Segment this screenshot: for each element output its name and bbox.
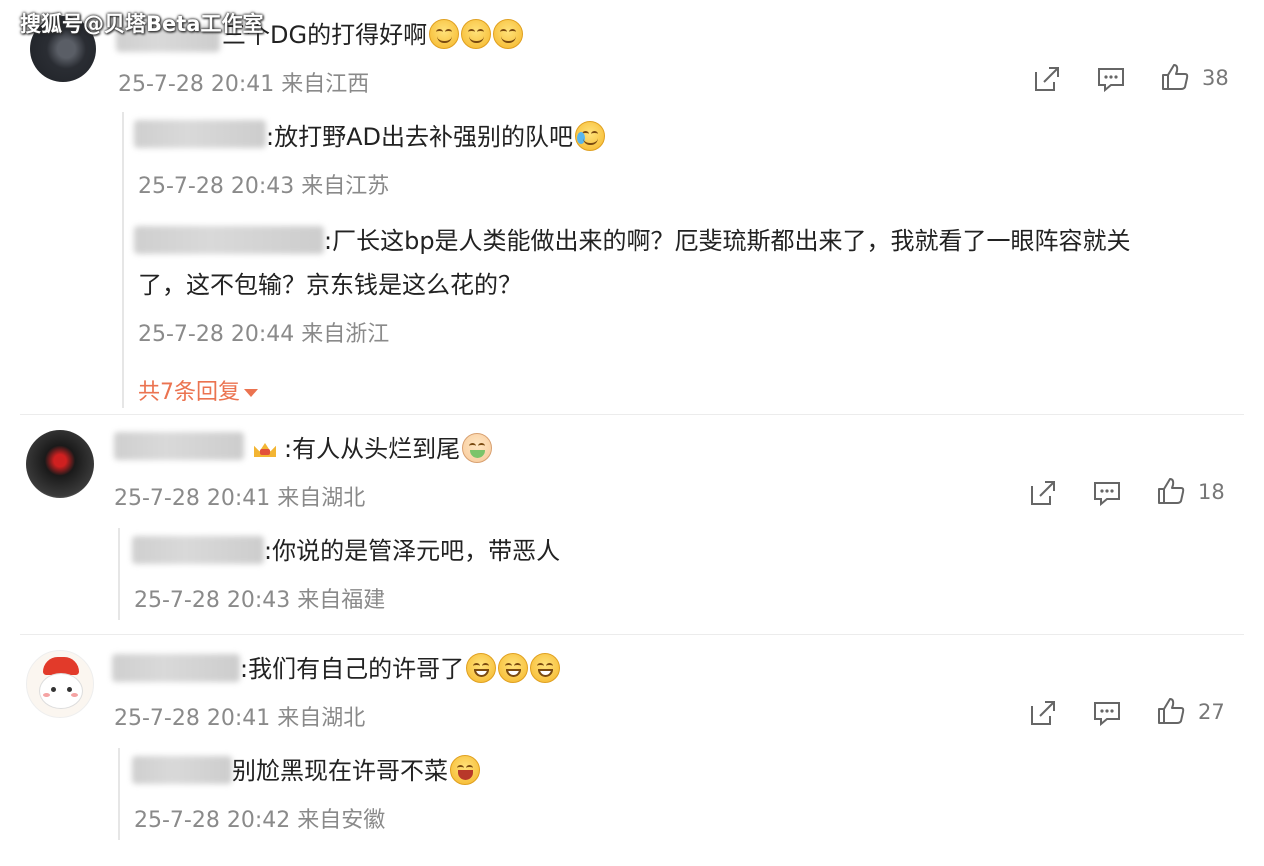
share-icon[interactable] (1032, 64, 1062, 94)
username-blurred[interactable] (132, 536, 264, 564)
username-blurred[interactable] (114, 432, 244, 460)
grin-emoji-icon (530, 653, 561, 683)
reply-text-line: 了，这不包输？京东钱是这么花的？ (138, 271, 522, 299)
reply-text: :放打野AD出去补强别的队吧 (266, 120, 605, 154)
reply-meta: 25-7-28 20:43 来自福建 (134, 588, 386, 613)
comment-icon[interactable] (1092, 698, 1122, 728)
smile-emoji-icon (461, 19, 492, 49)
comment-meta: 25-7-28 20:41 来自江西 (118, 72, 370, 97)
reply-text-line: :厂长这bp是人类能做出来的啊？厄斐琉斯都出来了，我就看了一眼阵容就关 (324, 227, 1131, 255)
avatar[interactable] (26, 430, 94, 498)
username-blurred[interactable] (112, 654, 240, 682)
comment-icon[interactable] (1092, 478, 1122, 508)
share-icon[interactable] (1028, 478, 1058, 508)
laughing-emoji-icon (450, 755, 480, 785)
grin-emoji-icon (498, 653, 529, 683)
comment-meta: 25-7-28 20:41 来自湖北 (114, 486, 366, 511)
comment-icon[interactable] (1096, 64, 1126, 94)
caret-down-icon (244, 389, 258, 397)
like-count: 18 (1198, 480, 1225, 504)
reply-text: :你说的是管泽元吧，带恶人 (264, 537, 561, 565)
username-blurred[interactable] (134, 120, 266, 148)
reply-thread-line (118, 748, 120, 840)
comment-text: 三个DG的打得好啊 (222, 18, 524, 52)
crying-laughing-emoji-icon (574, 121, 605, 151)
username-blurred[interactable] (132, 756, 232, 784)
comment-text-content: :我们有自己的许哥了 (240, 655, 465, 683)
like-count: 27 (1198, 700, 1225, 724)
thumbs-up-icon[interactable] (1156, 476, 1186, 506)
crown-badge-icon (252, 437, 278, 461)
username-blurred[interactable] (134, 226, 324, 254)
thumbs-up-icon[interactable] (1160, 62, 1190, 92)
comment-text: :有人从头烂到尾 (252, 432, 493, 466)
divider (20, 414, 1244, 415)
share-icon[interactable] (1028, 698, 1058, 728)
comment-text-content: :有人从头烂到尾 (284, 435, 461, 463)
sick-emoji-icon (462, 433, 493, 463)
more-replies-link[interactable]: 共7条回复 (138, 374, 258, 406)
avatar[interactable] (26, 650, 94, 718)
reply-text-content: 别尬黑现在许哥不菜 (232, 757, 448, 785)
reply-meta: 25-7-28 20:43 来自江苏 (138, 174, 390, 199)
like-count: 38 (1202, 66, 1229, 90)
smile-emoji-icon (429, 19, 460, 49)
reply-thread-line (122, 112, 124, 408)
reply-text-content: :放打野AD出去补强别的队吧 (266, 123, 573, 151)
comment-text: :我们有自己的许哥了 (240, 652, 561, 686)
more-replies-label: 共7条回复 (138, 380, 240, 405)
comment-meta: 25-7-28 20:41 来自湖北 (114, 706, 366, 731)
reply-meta: 25-7-28 20:42 来自安徽 (134, 808, 386, 833)
thumbs-up-icon[interactable] (1156, 696, 1186, 726)
smile-emoji-icon (493, 19, 524, 49)
reply-text: 别尬黑现在许哥不菜 (232, 754, 480, 788)
reply-meta: 25-7-28 20:44 来自浙江 (138, 322, 390, 347)
grin-emoji-icon (466, 653, 497, 683)
divider (20, 634, 1244, 635)
reply-thread-line (118, 528, 120, 620)
watermark: 搜狐号@贝塔Beta工作室 (20, 12, 264, 36)
